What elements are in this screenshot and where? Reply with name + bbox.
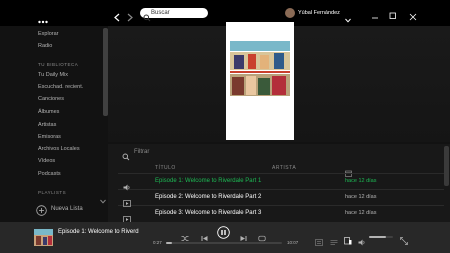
duration-time: 10:07 [287, 240, 299, 245]
row-date: hace 12 días [345, 194, 377, 200]
volume-slider[interactable] [369, 236, 393, 238]
sidebar-item-artists[interactable]: Artistas [38, 122, 56, 128]
now-playing-thumbnail[interactable] [34, 229, 53, 246]
fullscreen-icon[interactable] [400, 232, 408, 245]
chevron-down-icon[interactable] [100, 191, 106, 204]
filter-placeholder: Filtrar [134, 148, 150, 155]
row-title: Episode 1: Welcome to Riverdale Part 1 [155, 178, 262, 184]
search-icon [122, 148, 130, 166]
search-icon [143, 9, 151, 27]
tracklist-panel: Filtrar TÍTULO ARTISTA Episode 1: Welcom… [108, 144, 450, 223]
chevron-left-icon[interactable] [113, 9, 121, 22]
row-title: Episode 3: Welcome to Riverdale Part 3 [155, 210, 262, 216]
playlist-icon[interactable] [330, 233, 338, 245]
volume-icon[interactable] [358, 233, 366, 246]
playlists-heading: PLAYLISTS [38, 190, 67, 195]
sidebar: Explorar Radio TU BIBLIOTECA Tu Daily Mi… [0, 26, 108, 222]
column-artist[interactable]: ARTISTA [272, 165, 296, 171]
sidebar-item-explorar[interactable]: Explorar [38, 31, 58, 37]
search-input[interactable]: Buscar [140, 8, 208, 22]
sidebar-item-daily-mix[interactable]: Tu Daily Mix [38, 72, 68, 78]
next-icon[interactable] [240, 229, 247, 241]
shuffle-icon[interactable] [181, 229, 189, 241]
main-scrollbar[interactable] [444, 146, 449, 186]
pause-icon[interactable] [217, 226, 230, 239]
sidebar-item-albums[interactable]: Álbumes [38, 109, 59, 115]
sidebar-item-recent[interactable]: Escuchad. recient. [38, 84, 83, 90]
queue-icon[interactable] [315, 233, 323, 246]
library-heading: TU BIBLIOTECA [38, 62, 79, 67]
progress-bar[interactable] [166, 242, 282, 244]
volume-fill [369, 236, 386, 238]
table-row[interactable]: Episode 1: Welcome to Riverdale Part 1 h… [118, 174, 444, 190]
player-bar: Episode 1: Welcome to Riverd 0:27 10:07 [0, 222, 450, 253]
now-playing-title[interactable]: Episode 1: Welcome to Riverd [58, 229, 139, 235]
new-list-label: Nueva Lista [51, 205, 83, 212]
maximize-icon[interactable] [389, 7, 397, 19]
podcast-cover-art [226, 22, 294, 140]
title-bar: Buscar Yúbal Fernández [0, 0, 450, 26]
sidebar-item-songs[interactable]: Canciones [38, 96, 64, 102]
ellipsis-icon[interactable] [38, 11, 48, 24]
cover-area [108, 22, 450, 142]
avatar[interactable] [285, 8, 295, 18]
minimize-icon[interactable] [371, 9, 379, 19]
plus-circle-icon [36, 203, 47, 221]
search-placeholder: Buscar [151, 9, 170, 16]
column-title[interactable]: TÍTULO [155, 165, 176, 171]
table-row[interactable]: Episode 3: Welcome to Riverdale Part 3 h… [118, 206, 444, 223]
sidebar-item-radio[interactable]: Radio [38, 43, 52, 49]
user-name[interactable]: Yúbal Fernández [298, 10, 340, 16]
calendar-icon[interactable] [345, 164, 352, 177]
elapsed-time: 0:27 [153, 240, 162, 245]
row-title: Episode 2: Welcome to Riverdale Part 2 [155, 194, 262, 200]
previous-icon[interactable] [201, 229, 208, 241]
main-content: Filtrar TÍTULO ARTISTA Episode 1: Welcom… [108, 22, 450, 223]
sidebar-item-videos[interactable]: Vídeos [38, 158, 55, 164]
chevron-down-icon[interactable] [345, 10, 351, 23]
sidebar-item-local-files[interactable]: Archivos Locales [38, 146, 80, 152]
table-row[interactable]: Episode 2: Welcome to Riverdale Part 2 h… [118, 190, 444, 207]
new-list-button[interactable]: Nueva Lista [36, 203, 106, 216]
sidebar-item-podcasts[interactable]: Podcasts [38, 171, 61, 177]
row-date: hace 12 días [345, 178, 377, 184]
repeat-icon[interactable] [258, 229, 266, 242]
filter-input[interactable]: Filtrar [122, 147, 222, 161]
devices-icon[interactable] [344, 232, 352, 245]
close-icon[interactable] [409, 8, 417, 21]
sidebar-item-stations[interactable]: Emisoras [38, 134, 61, 140]
progress-fill [166, 242, 172, 244]
row-date: hace 12 días [345, 210, 377, 216]
chevron-right-icon[interactable] [126, 9, 134, 22]
